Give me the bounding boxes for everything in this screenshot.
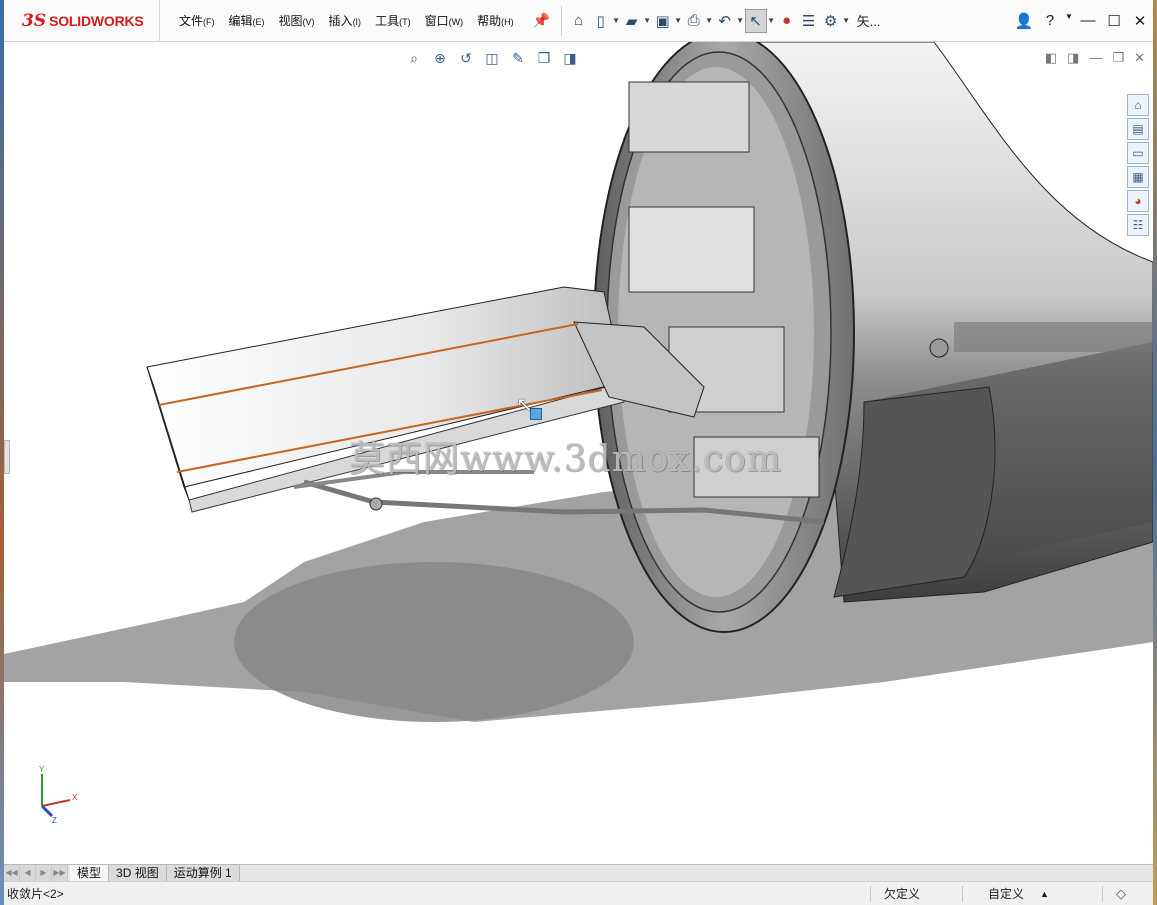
mouse-cursor-icon: ↖ bbox=[516, 394, 533, 416]
heads-up-view-toolbar: ⌕ ⊕ ↺ ◫ ✎ ❒ ◨ bbox=[402, 47, 582, 69]
triad-y-label: Y bbox=[39, 765, 45, 774]
menu-bar: 文件(F) 编辑(E) 视图(V) 插入(I) 工具(T) 窗口(W) 帮助(H… bbox=[172, 9, 521, 32]
status-divider bbox=[962, 885, 963, 902]
help-dropdown-icon[interactable]: ▼ bbox=[1063, 12, 1075, 30]
status-bar: 收敛片<2> 欠定义 自定义 ▲ ◇ bbox=[4, 881, 1153, 905]
reference-triad: Y X Z bbox=[39, 765, 78, 824]
menu-edit[interactable]: 编辑(E) bbox=[222, 9, 272, 32]
title-bar: 3S SOLIDWORKS 文件(F) 编辑(E) 视图(V) 插入(I) 工具… bbox=[4, 0, 1153, 42]
document-title: 矢... bbox=[856, 14, 881, 29]
custom-properties-icon[interactable]: ☷ bbox=[1127, 214, 1149, 236]
save-dropdown-icon[interactable]: ▼ bbox=[674, 16, 683, 25]
open-icon[interactable]: ▰ bbox=[621, 9, 643, 33]
menu-help[interactable]: 帮助(H) bbox=[470, 9, 521, 32]
open-dropdown-icon[interactable]: ▼ bbox=[643, 16, 652, 25]
menu-file[interactable]: 文件(F) bbox=[172, 9, 222, 32]
shadow-blob bbox=[234, 562, 634, 722]
zoom-to-fit-icon[interactable]: ⌕ bbox=[402, 47, 426, 69]
new-document-icon[interactable]: ▯ bbox=[590, 9, 612, 33]
dynamic-annotation-icon[interactable]: ✎ bbox=[506, 47, 530, 69]
tab-motion-study[interactable]: 运动算例 1 bbox=[166, 865, 240, 881]
menu-window[interactable]: 窗口(W) bbox=[418, 9, 471, 32]
paddle-2 bbox=[628, 206, 755, 293]
tab-next-icon[interactable]: ▶ bbox=[36, 865, 52, 881]
axle-hub bbox=[929, 338, 949, 358]
display-style-icon[interactable]: ◨ bbox=[558, 47, 582, 69]
undo-icon[interactable]: ↶ bbox=[714, 9, 736, 33]
select-pointer-icon[interactable]: ↖ bbox=[744, 8, 767, 33]
menu-insert[interactable]: 插入(I) bbox=[322, 9, 369, 32]
tab-model[interactable]: 模型 bbox=[70, 865, 110, 881]
new-dropdown-icon[interactable]: ▼ bbox=[612, 16, 621, 25]
triad-x-label: X bbox=[72, 793, 78, 802]
view-palette-icon[interactable]: ▦ bbox=[1127, 166, 1149, 188]
previous-view-icon[interactable]: ↺ bbox=[454, 47, 478, 69]
pivot-joint bbox=[369, 497, 383, 511]
document-window-controls: ◧ ◨ — ❐ ✕ bbox=[1045, 50, 1145, 66]
solidworks-logo[interactable]: 3S SOLIDWORKS bbox=[4, 0, 160, 42]
menu-view[interactable]: 视图(V) bbox=[272, 9, 322, 32]
drum-axle bbox=[954, 322, 1153, 352]
print-icon[interactable]: ⎙ bbox=[683, 9, 705, 33]
tab-3d-view[interactable]: 3D 视图 bbox=[109, 865, 167, 881]
status-units-selector[interactable]: 自定义 bbox=[988, 885, 1024, 902]
brand-name: SOLIDWORKS bbox=[49, 12, 144, 29]
tab-prev-icon[interactable]: ◀ bbox=[20, 865, 36, 881]
doc-close-icon[interactable]: ✕ bbox=[1134, 50, 1145, 66]
section-view-icon[interactable]: ◫ bbox=[480, 47, 504, 69]
tab-first-icon[interactable]: ◀◀ bbox=[4, 865, 20, 881]
zoom-to-area-icon[interactable]: ⊕ bbox=[428, 47, 452, 69]
feature-manager-collapse-handle[interactable] bbox=[4, 440, 10, 474]
toolbar-separator bbox=[560, 5, 562, 36]
tab-last-icon[interactable]: ▶▶ bbox=[52, 865, 68, 881]
pin-menu-icon[interactable]: 📌 bbox=[529, 12, 555, 29]
undo-dropdown-icon[interactable]: ▼ bbox=[736, 16, 745, 25]
file-explorer-icon[interactable]: ▭ bbox=[1127, 142, 1149, 164]
minimize-icon[interactable]: — bbox=[1075, 12, 1101, 30]
maximize-icon[interactable]: ☐ bbox=[1101, 12, 1127, 30]
close-icon[interactable]: ✕ bbox=[1127, 12, 1153, 30]
triad-z-label: Z bbox=[52, 816, 57, 824]
tab-navigation: ◀◀ ◀ ▶ ▶▶ bbox=[4, 865, 70, 881]
print-dropdown-icon[interactable]: ▼ bbox=[705, 16, 714, 25]
triad-x-axis bbox=[41, 799, 71, 807]
status-divider bbox=[870, 885, 871, 902]
home-icon[interactable]: ⌂ bbox=[568, 9, 590, 33]
options-gear-icon[interactable]: ⚙ bbox=[820, 9, 842, 33]
design-library-icon[interactable]: ▤ bbox=[1127, 118, 1149, 140]
window-border-right bbox=[1153, 0, 1157, 905]
standard-toolbar: ⌂ ▯ ▼ ▰ ▼ ▣ ▼ ⎙ ▼ ↶ ▼ ↖ ▼ ● ☰ ⚙ ▼ bbox=[568, 8, 851, 33]
status-definition: 欠定义 bbox=[884, 887, 921, 901]
status-divider bbox=[1102, 885, 1103, 902]
menu-tools[interactable]: 工具(T) bbox=[368, 9, 418, 32]
restore-panel-left-icon[interactable]: ◧ bbox=[1045, 50, 1057, 66]
appearances-icon[interactable]: ◕ bbox=[1127, 190, 1149, 212]
triad-z-axis bbox=[40, 804, 54, 818]
select-dropdown-icon[interactable]: ▼ bbox=[767, 16, 776, 25]
units-caret-icon[interactable]: ▲ bbox=[1040, 889, 1049, 899]
file-properties-icon[interactable]: ☰ bbox=[798, 9, 820, 33]
help-icon[interactable]: ? bbox=[1037, 12, 1063, 30]
doc-minimize-icon[interactable]: — bbox=[1089, 50, 1102, 66]
rebuild-traffic-light-icon[interactable]: ● bbox=[776, 9, 798, 33]
window-controls: 👤 ? ▼ — ☐ ✕ bbox=[1011, 12, 1153, 30]
save-icon[interactable]: ▣ bbox=[652, 9, 674, 33]
graphics-area[interactable]: ⌕ ⊕ ↺ ◫ ✎ ❒ ◨ ◧ ◨ — ❐ ✕ ⌂ ▤ ▭ ▦ ◕ ☷ 莫西网w… bbox=[4, 42, 1153, 864]
status-selection-text: 收敛片<2> bbox=[7, 887, 64, 901]
paddle-1 bbox=[628, 81, 750, 153]
doc-restore-icon[interactable]: ❐ bbox=[1112, 50, 1124, 66]
brand-symbol: 3S bbox=[22, 10, 47, 31]
rebuild-status-icon[interactable]: ◇ bbox=[1116, 886, 1126, 902]
options-dropdown-icon[interactable]: ▼ bbox=[842, 16, 851, 25]
watermark-text: 莫西网www.3dmox.com bbox=[349, 439, 783, 480]
view-orientation-icon[interactable]: ❒ bbox=[532, 47, 556, 69]
task-pane-tabs: ⌂ ▤ ▭ ▦ ◕ ☷ bbox=[1127, 94, 1151, 236]
solidworks-resources-icon[interactable]: ⌂ bbox=[1127, 94, 1149, 116]
restore-panel-right-icon[interactable]: ◨ bbox=[1067, 50, 1079, 66]
user-icon[interactable]: 👤 bbox=[1011, 12, 1037, 30]
bottom-tabs: ◀◀ ◀ ▶ ▶▶ 模型 3D 视图 运动算例 1 bbox=[4, 864, 1153, 881]
